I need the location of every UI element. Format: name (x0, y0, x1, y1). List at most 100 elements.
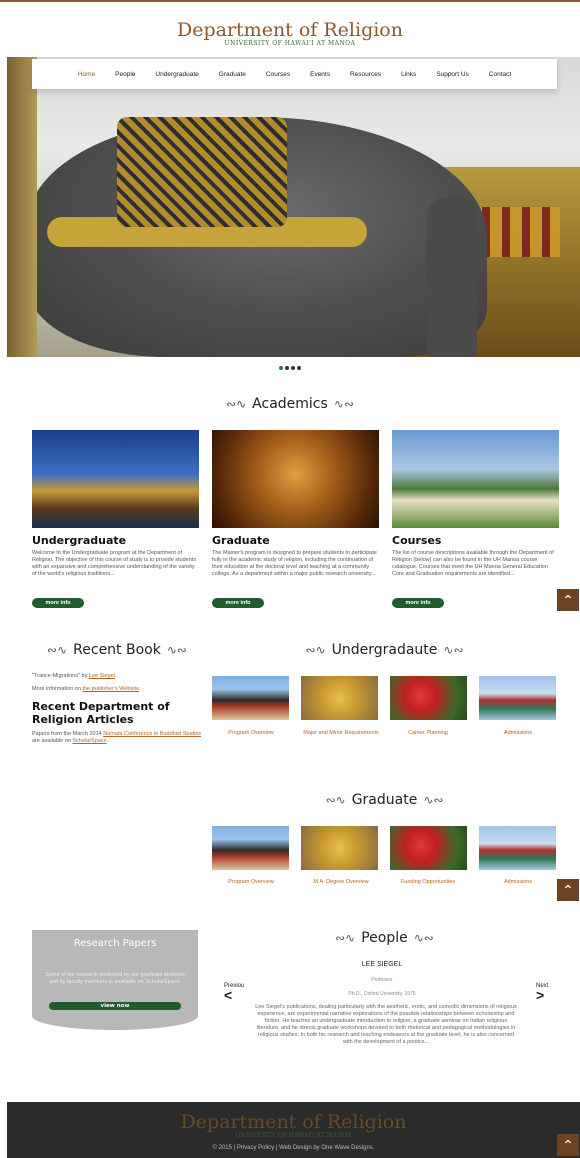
ug-career-planning-link[interactable]: Career Planning (383, 730, 473, 737)
ornament-left-icon: ∾∿ (335, 931, 356, 945)
chevron-left-icon: < (224, 987, 233, 1003)
chevron-up-icon: ⌃ (562, 883, 574, 899)
courses-image[interactable] (392, 430, 559, 528)
slider-pagination (0, 366, 580, 370)
recent-book-line: "Trance-Migrations" by Lee Siegel. (32, 673, 116, 679)
ug-career-planning-image[interactable] (390, 676, 467, 720)
footer-subtitle: UNIVERSITY OF HAWAI'I AT MANOA (235, 1132, 352, 1139)
slider-dot[interactable] (285, 366, 289, 370)
nav-support-us[interactable]: Support Us (426, 71, 479, 78)
undergraduate-section-heading: ∾∿ Undergradaute ∿∾ (212, 642, 557, 658)
ug-program-overview-link[interactable]: Program Overview (206, 730, 296, 737)
courses-more-info-button[interactable]: more info (392, 598, 444, 608)
chevron-up-icon: ⌃ (562, 593, 574, 609)
ug-major-minor-image[interactable] (301, 676, 378, 720)
elephant-ornamental-cloth (117, 117, 287, 227)
ug-admissions-image[interactable] (479, 676, 556, 720)
publisher-line: More information on the publisher's Webs… (32, 686, 141, 692)
courses-heading: Courses (392, 534, 442, 547)
ornament-right-icon: ∿∾ (423, 793, 444, 807)
research-papers-text: Some of the research produced by our gra… (45, 972, 185, 985)
previous-button[interactable]: Previou < (224, 983, 244, 1003)
scholarspace-link[interactable]: ScholarSpace (72, 738, 106, 744)
site-footer: Department of Religion UNIVERSITY OF HAW… (7, 1102, 580, 1158)
ornament-left-icon: ∾∿ (305, 643, 326, 657)
slider-dot[interactable] (297, 366, 301, 370)
academics-title: Academics (252, 396, 328, 412)
undergraduate-heading: Undergraduate (32, 534, 127, 547)
nav-courses[interactable]: Courses (256, 71, 300, 78)
ornament-right-icon: ∿∾ (333, 397, 354, 411)
author-link[interactable]: Lee Siegel (89, 673, 115, 679)
graduate-image[interactable] (212, 430, 379, 528)
nav-people[interactable]: People (105, 71, 145, 78)
grad-admissions-link[interactable]: Admissions (473, 879, 563, 886)
undergraduate-summary: Welcome to the Undergraduate program at … (32, 550, 197, 577)
grad-program-overview-image[interactable] (212, 826, 289, 870)
undergraduate-section-title: Undergradaute (331, 642, 438, 658)
ornament-right-icon: ∿∾ (413, 931, 434, 945)
person-degree: Ph.D., Oxford University, 1975 (348, 991, 416, 997)
grad-ma-degree-link[interactable]: M.A. Degree Overview (296, 879, 386, 886)
site-logo[interactable]: Department of Religion UNIVERSITY OF HAW… (0, 20, 580, 48)
nav-contact[interactable]: Contact (479, 71, 521, 78)
nav-resources[interactable]: Resources (340, 71, 391, 78)
slider-dot[interactable] (279, 366, 283, 370)
scroll-to-top-button[interactable]: ⌃ (557, 879, 579, 901)
view-now-button[interactable]: view now (49, 1002, 181, 1010)
site-subtitle: UNIVERSITY OF HAWAI'I AT MANOA (224, 40, 356, 47)
graduate-heading: Graduate (212, 534, 270, 547)
scroll-to-top-button[interactable]: ⌃ (557, 589, 579, 611)
person-role: Professor (371, 977, 393, 983)
people-title: People (361, 930, 408, 946)
nav-undergraduate[interactable]: Undergraduate (145, 71, 208, 78)
grad-ma-degree-image[interactable] (301, 826, 378, 870)
articles-text-end: . (106, 738, 109, 744)
top-border (0, 0, 580, 2)
graduate-section-heading: ∾∿ Graduate ∿∾ (212, 792, 557, 808)
grad-funding-image[interactable] (390, 826, 467, 870)
book-text: "Trance-Migrations" by (32, 673, 89, 679)
ornament-left-icon: ∾∿ (226, 397, 247, 411)
nav-graduate[interactable]: Graduate (209, 71, 256, 78)
grad-program-overview-link[interactable]: Program Overview (206, 879, 296, 886)
elephant-trunk (427, 197, 477, 357)
chevron-right-icon: > (536, 987, 545, 1003)
nav-links[interactable]: Links (391, 71, 426, 78)
scroll-to-top-button[interactable]: ⌃ (557, 1134, 579, 1156)
people-heading: ∾∿ People ∿∾ (212, 930, 557, 946)
next-button[interactable]: Next > (536, 983, 548, 1003)
articles-text: Papers from the March 2014 (32, 731, 104, 737)
graduate-more-info-button[interactable]: more info (212, 598, 264, 608)
publisher-text-end: . (139, 686, 141, 692)
graduate-summary: The Master's program is designed to prep… (212, 550, 377, 577)
recent-articles-heading: Recent Department of Religion Articles (32, 700, 170, 726)
graduate-section-title: Graduate (351, 792, 418, 808)
grad-admissions-image[interactable] (479, 826, 556, 870)
articles-text-middle: are available on (32, 738, 73, 744)
ug-major-minor-link[interactable]: Major and Minor Requirements (296, 730, 386, 737)
research-papers-panel: Research Papers Some of the research pro… (32, 930, 198, 1030)
person-bio: Lee Siegel's publications, dealing parti… (255, 1004, 517, 1045)
chevron-up-icon: ⌃ (562, 1138, 574, 1154)
main-navigation: Home People Undergraduate Graduate Cours… (32, 59, 557, 89)
ornament-right-icon: ∿∾ (166, 643, 187, 657)
undergraduate-image[interactable] (32, 430, 199, 528)
ornament-left-icon: ∾∿ (47, 643, 68, 657)
publisher-link[interactable]: the publisher's Website (82, 686, 139, 692)
book-text-end: . (114, 673, 117, 679)
ug-program-overview-image[interactable] (212, 676, 289, 720)
nav-events[interactable]: Events (300, 71, 340, 78)
person-name: LEE SIEGEL (361, 961, 403, 968)
footer-title: Department of Religion (180, 1111, 407, 1133)
ug-admissions-link[interactable]: Admissions (473, 730, 563, 737)
slider-dot[interactable] (291, 366, 295, 370)
nav-home[interactable]: Home (68, 71, 105, 78)
recent-book-title: Recent Book (73, 642, 161, 658)
grad-funding-link[interactable]: Funding Opportunities (383, 879, 473, 886)
recent-articles-text: Papers from the March 2014 Numata Confer… (32, 731, 202, 745)
undergraduate-more-info-button[interactable]: more info (32, 598, 84, 608)
recent-book-heading: ∾∿ Recent Book ∿∾ (32, 642, 202, 658)
pillar (7, 57, 37, 357)
numata-conference-link[interactable]: Numata Conference in Buddhist Studies (103, 731, 201, 737)
